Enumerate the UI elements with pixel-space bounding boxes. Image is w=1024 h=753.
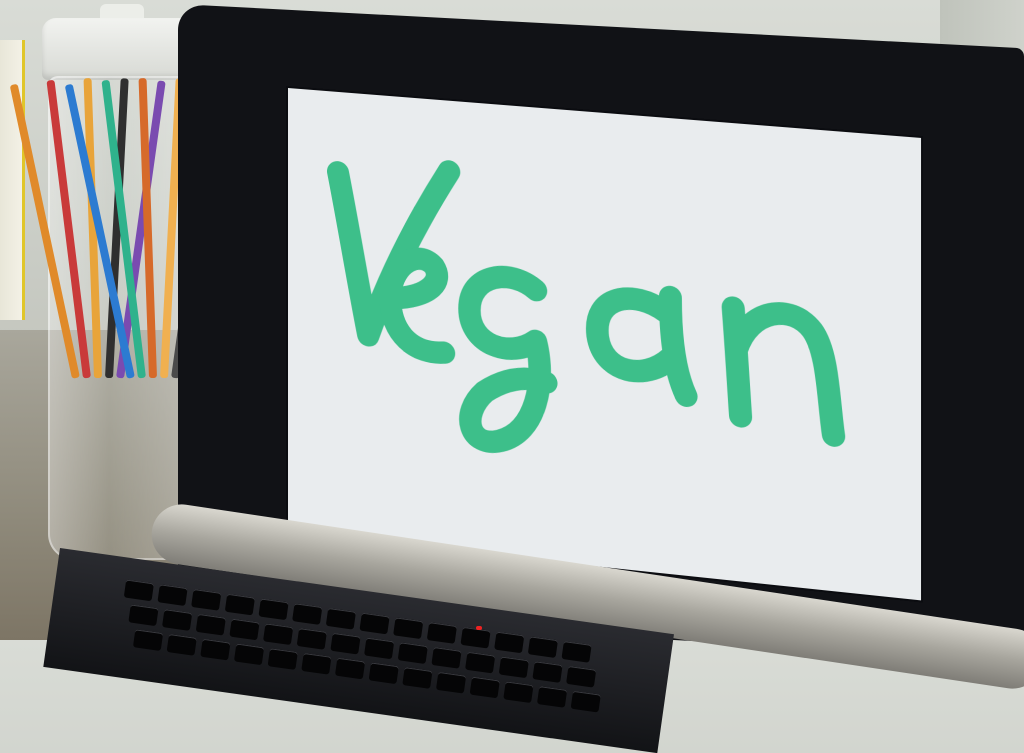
keyboard-key[interactable] (561, 641, 592, 663)
keyboard-key[interactable] (503, 681, 534, 704)
keyboard-key[interactable] (460, 626, 491, 649)
keyboard-key[interactable] (200, 638, 231, 661)
keyboard-key[interactable] (431, 646, 462, 669)
keyboard-key[interactable] (229, 618, 260, 641)
keyboard-key[interactable] (325, 607, 356, 630)
keyboard-key[interactable] (301, 652, 332, 675)
letter-n (733, 308, 833, 436)
keyboard-key[interactable] (292, 603, 323, 625)
keyboard-key[interactable] (364, 637, 395, 660)
keyboard-key[interactable] (536, 686, 568, 708)
keyboard-key[interactable] (359, 612, 390, 635)
letter-g (469, 274, 546, 447)
keyboard-key[interactable] (162, 609, 193, 631)
keyboard-key[interactable] (494, 631, 525, 654)
keyboard-key[interactable] (566, 665, 597, 688)
keyboard-key[interactable] (128, 604, 159, 627)
status-led (476, 626, 482, 630)
keyboard-key[interactable] (330, 632, 361, 655)
keyboard-key[interactable] (296, 628, 327, 650)
handwritten-word (318, 160, 897, 550)
keyboard-key[interactable] (263, 623, 294, 646)
keyboard-key[interactable] (123, 579, 154, 602)
keyboard-key[interactable] (233, 643, 265, 666)
keyboard-key[interactable] (435, 671, 467, 694)
keyboard-key[interactable] (195, 613, 226, 636)
photo-scene (0, 0, 1024, 753)
keyboard-key[interactable] (498, 656, 529, 679)
keyboard-key[interactable] (469, 676, 500, 699)
keyboard-key[interactable] (267, 648, 298, 670)
keyboard-key[interactable] (532, 661, 563, 683)
keyboard-key[interactable] (393, 617, 424, 640)
letter-e (390, 256, 444, 353)
keyboard-key[interactable] (397, 642, 428, 664)
keyboard-key[interactable] (402, 667, 433, 689)
keyboard-key[interactable] (157, 584, 188, 606)
keyboard-key[interactable] (465, 651, 496, 674)
keyboard-key[interactable] (334, 657, 366, 680)
keyboard-key[interactable] (426, 622, 458, 644)
laptop-screen (288, 88, 922, 601)
keyboard-key[interactable] (166, 634, 197, 656)
paper-stack (0, 40, 25, 320)
keyboard-key[interactable] (368, 662, 399, 685)
keyboard-key[interactable] (132, 629, 164, 652)
keyboard-key[interactable] (191, 588, 222, 611)
keyboard-key[interactable] (570, 690, 601, 713)
letter-a (597, 291, 686, 396)
keyboard-key[interactable] (224, 593, 255, 616)
keyboard-key[interactable] (258, 598, 289, 621)
